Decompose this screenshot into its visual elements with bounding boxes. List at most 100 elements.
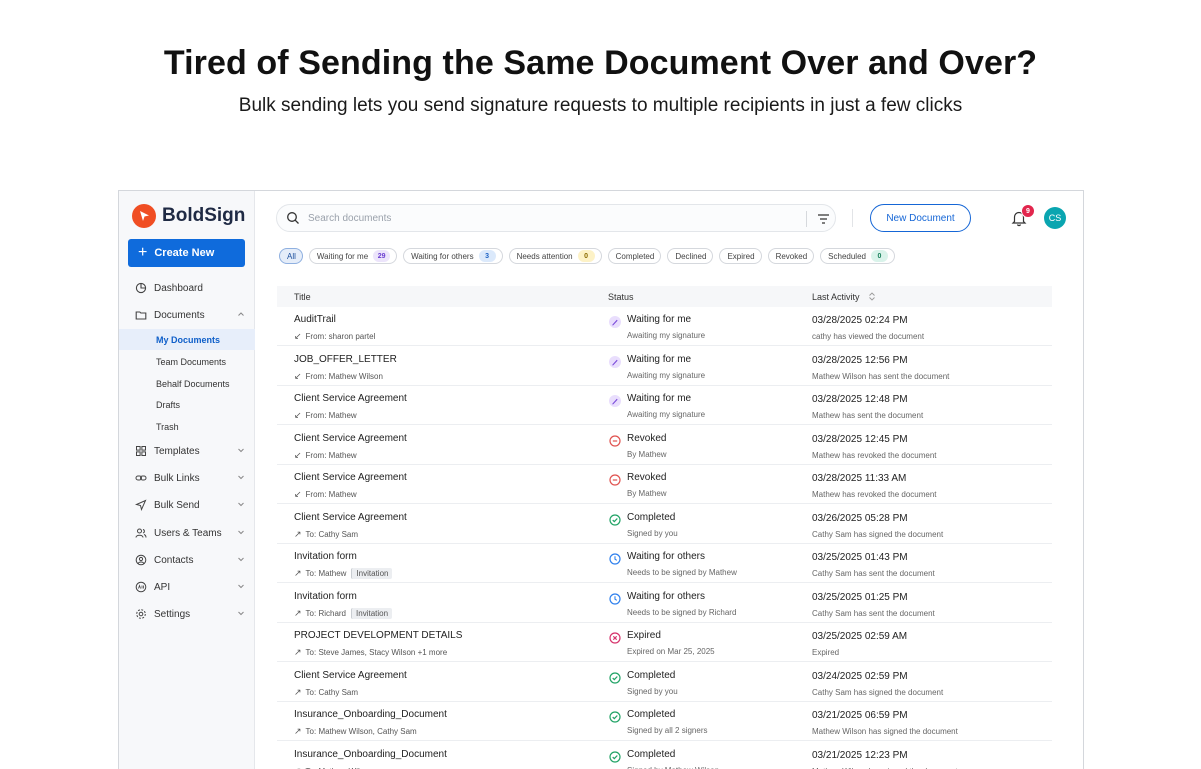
- filter-chip-expired[interactable]: Expired: [719, 248, 762, 264]
- send-icon: [135, 499, 147, 511]
- x-circle-icon: [609, 631, 621, 644]
- document-title[interactable]: Invitation form: [294, 551, 357, 562]
- document-title[interactable]: Client Service Agreement: [294, 472, 407, 483]
- filter-chip-needs-attention[interactable]: Needs attention 0: [508, 248, 602, 264]
- table-row[interactable]: Invitation form ↗ To: Mathew Invitation Wait…: [277, 544, 1052, 583]
- column-header-status[interactable]: Status: [608, 292, 634, 302]
- document-title[interactable]: Insurance_Onboarding_Document: [294, 749, 447, 760]
- filter-chip-declined[interactable]: Declined: [667, 248, 714, 264]
- table-row[interactable]: Insurance_Onboarding_Document ↗To: Mathew…: [277, 702, 1052, 741]
- status-detail: Awaiting my signature: [627, 370, 706, 380]
- chevron-down-icon: [238, 611, 244, 616]
- sidebar-item-api[interactable]: API: [119, 576, 255, 598]
- direction-arrow-icon: ↗: [294, 647, 302, 657]
- sidebar-label: Templates: [154, 445, 200, 457]
- sidebar-item-contacts[interactable]: Contacts: [119, 549, 255, 571]
- activity-detail: Mathew Wilson has signed the document: [812, 727, 958, 736]
- document-tag: Invitation: [351, 607, 393, 619]
- logo-text: BoldSign: [162, 205, 246, 226]
- chip-label: Scheduled: [828, 251, 866, 261]
- filter-chip-scheduled[interactable]: Scheduled 0: [820, 248, 895, 264]
- column-header-title[interactable]: Title: [294, 292, 311, 302]
- sidebar-item-trash[interactable]: Trash: [119, 416, 255, 437]
- document-title[interactable]: Client Service Agreement: [294, 433, 407, 444]
- status-detail: Expired on Mar 25, 2025: [627, 647, 715, 656]
- status-detail: By Mathew: [627, 449, 667, 459]
- status-detail: By Mathew: [627, 489, 667, 498]
- table-row[interactable]: Client Service Agreement ↙ From: Mathew Rev…: [277, 465, 1052, 504]
- sidebar-item-team-documents[interactable]: Team Documents: [119, 351, 255, 372]
- sidebar-item-documents[interactable]: Documents: [119, 304, 255, 326]
- document-title[interactable]: Client Service Agreement: [294, 670, 407, 681]
- direction-arrow-icon: ↙: [294, 370, 302, 381]
- sidebar-item-my-documents[interactable]: My Documents: [119, 329, 255, 350]
- sidebar-label: API: [154, 581, 171, 593]
- activity-detail: Mathew has revoked the document: [812, 450, 937, 460]
- party-text: From: Mathew: [305, 450, 357, 460]
- filter-chip-completed[interactable]: Completed: [607, 248, 662, 264]
- sidebar-item-drafts[interactable]: Drafts: [119, 394, 255, 415]
- document-title[interactable]: AuditTrail: [294, 314, 336, 325]
- document-title[interactable]: Client Service Agreement: [294, 512, 407, 523]
- document-party: ↙ From: Mathew Wilson: [294, 371, 383, 382]
- column-header-last-activity[interactable]: Last Activity: [812, 292, 876, 302]
- hero-title: Tired of Sending the Same Document Over …: [163, 44, 1038, 82]
- document-title[interactable]: Client Service Agreement: [294, 393, 407, 404]
- filter-icon[interactable]: [817, 213, 830, 225]
- table-row[interactable]: Invitation form ↗ To: Richard Invitation Wai…: [277, 584, 1052, 623]
- sidebar-label: Bulk Links: [154, 472, 200, 484]
- document-title[interactable]: Insurance_Onboarding_Document: [294, 709, 447, 720]
- document-party: ↗ To: Cathy Sam: [294, 687, 358, 698]
- table-row[interactable]: PROJECT DEVELOPMENT DETAILS ↗ To: Steve Ja…: [277, 623, 1052, 662]
- status-label: Waiting for me: [627, 314, 692, 325]
- status-label: Waiting for me: [627, 393, 692, 404]
- sidebar-item-users-teams[interactable]: Users & Teams: [119, 522, 255, 544]
- chevron-down-icon: [238, 584, 244, 589]
- table-row[interactable]: Insurance_Onboarding_Document ↗To: Mathew…: [277, 742, 1052, 769]
- sidebar-item-bulk-send[interactable]: Bulk Send: [119, 494, 255, 516]
- sidebar-item-settings[interactable]: Settings: [119, 603, 255, 625]
- sidebar-label: Contacts: [154, 554, 194, 566]
- chevron-down-icon: [238, 530, 244, 535]
- create-new-button[interactable]: + Create New: [128, 239, 245, 267]
- check-circle-icon: [609, 750, 621, 763]
- table-row[interactable]: Client Service Agreement ↗ To: Cathy Sam Co…: [277, 663, 1052, 702]
- status-label: Completed: [627, 709, 676, 720]
- chevron-down-icon: [238, 502, 244, 507]
- document-party: ↙ From: Mathew: [294, 450, 357, 461]
- table-row[interactable]: JOB_OFFER_LETTER ↙ From: Mathew Wilson Wait…: [277, 347, 1052, 386]
- direction-arrow-icon: ↙: [294, 331, 302, 341]
- avatar[interactable]: CS: [1044, 207, 1066, 229]
- header-divider: [852, 209, 853, 227]
- chip-label: All: [287, 251, 296, 261]
- new-document-button[interactable]: New Document: [870, 204, 971, 232]
- gear-icon: [135, 608, 147, 620]
- sidebar-item-templates[interactable]: Templates: [119, 440, 255, 462]
- status-detail: Signed by Mathew Wilson: [627, 766, 719, 769]
- link-icon: [135, 472, 147, 484]
- activity-detail: Mathew has sent the document: [812, 411, 924, 420]
- document-tag: Invitation: [351, 568, 393, 579]
- document-title[interactable]: Invitation form: [294, 591, 357, 602]
- activity-date: 03/28/2025 12:45 PM: [812, 433, 908, 445]
- pen-icon: [609, 355, 621, 368]
- users-icon: [135, 527, 147, 539]
- logo[interactable]: BoldSign: [132, 203, 245, 229]
- status-label: Completed: [627, 748, 676, 760]
- document-title[interactable]: PROJECT DEVELOPMENT DETAILS: [294, 630, 462, 641]
- table-row[interactable]: Client Service Agreement ↙ From: Mathew Wai…: [277, 386, 1052, 425]
- filter-chip-waiting-for-me[interactable]: Waiting for me 29: [308, 248, 398, 264]
- table-row[interactable]: Client Service Agreement ↙ From: Mathew Rev…: [277, 426, 1052, 465]
- sidebar-item-behalf-documents[interactable]: Behalf Documents: [119, 373, 255, 394]
- filter-chip-all[interactable]: All: [279, 248, 303, 264]
- table-row[interactable]: Client Service Agreement ↗ To: Cathy Sam Co…: [277, 505, 1052, 544]
- table-row[interactable]: AuditTrail ↙ From: sharon partel Waiting fo…: [277, 307, 1052, 346]
- activity-date: 03/28/2025 12:56 PM: [812, 354, 908, 366]
- sidebar-item-dashboard[interactable]: Dashboard: [119, 277, 255, 299]
- search-input[interactable]: [308, 212, 788, 224]
- contact-icon: [135, 554, 147, 566]
- filter-chip-waiting-for-others[interactable]: Waiting for others 3: [403, 248, 503, 264]
- filter-chip-revoked[interactable]: Revoked: [767, 248, 815, 264]
- document-title[interactable]: JOB_OFFER_LETTER: [294, 354, 397, 365]
- sidebar-item-bulk-links[interactable]: Bulk Links: [119, 467, 255, 489]
